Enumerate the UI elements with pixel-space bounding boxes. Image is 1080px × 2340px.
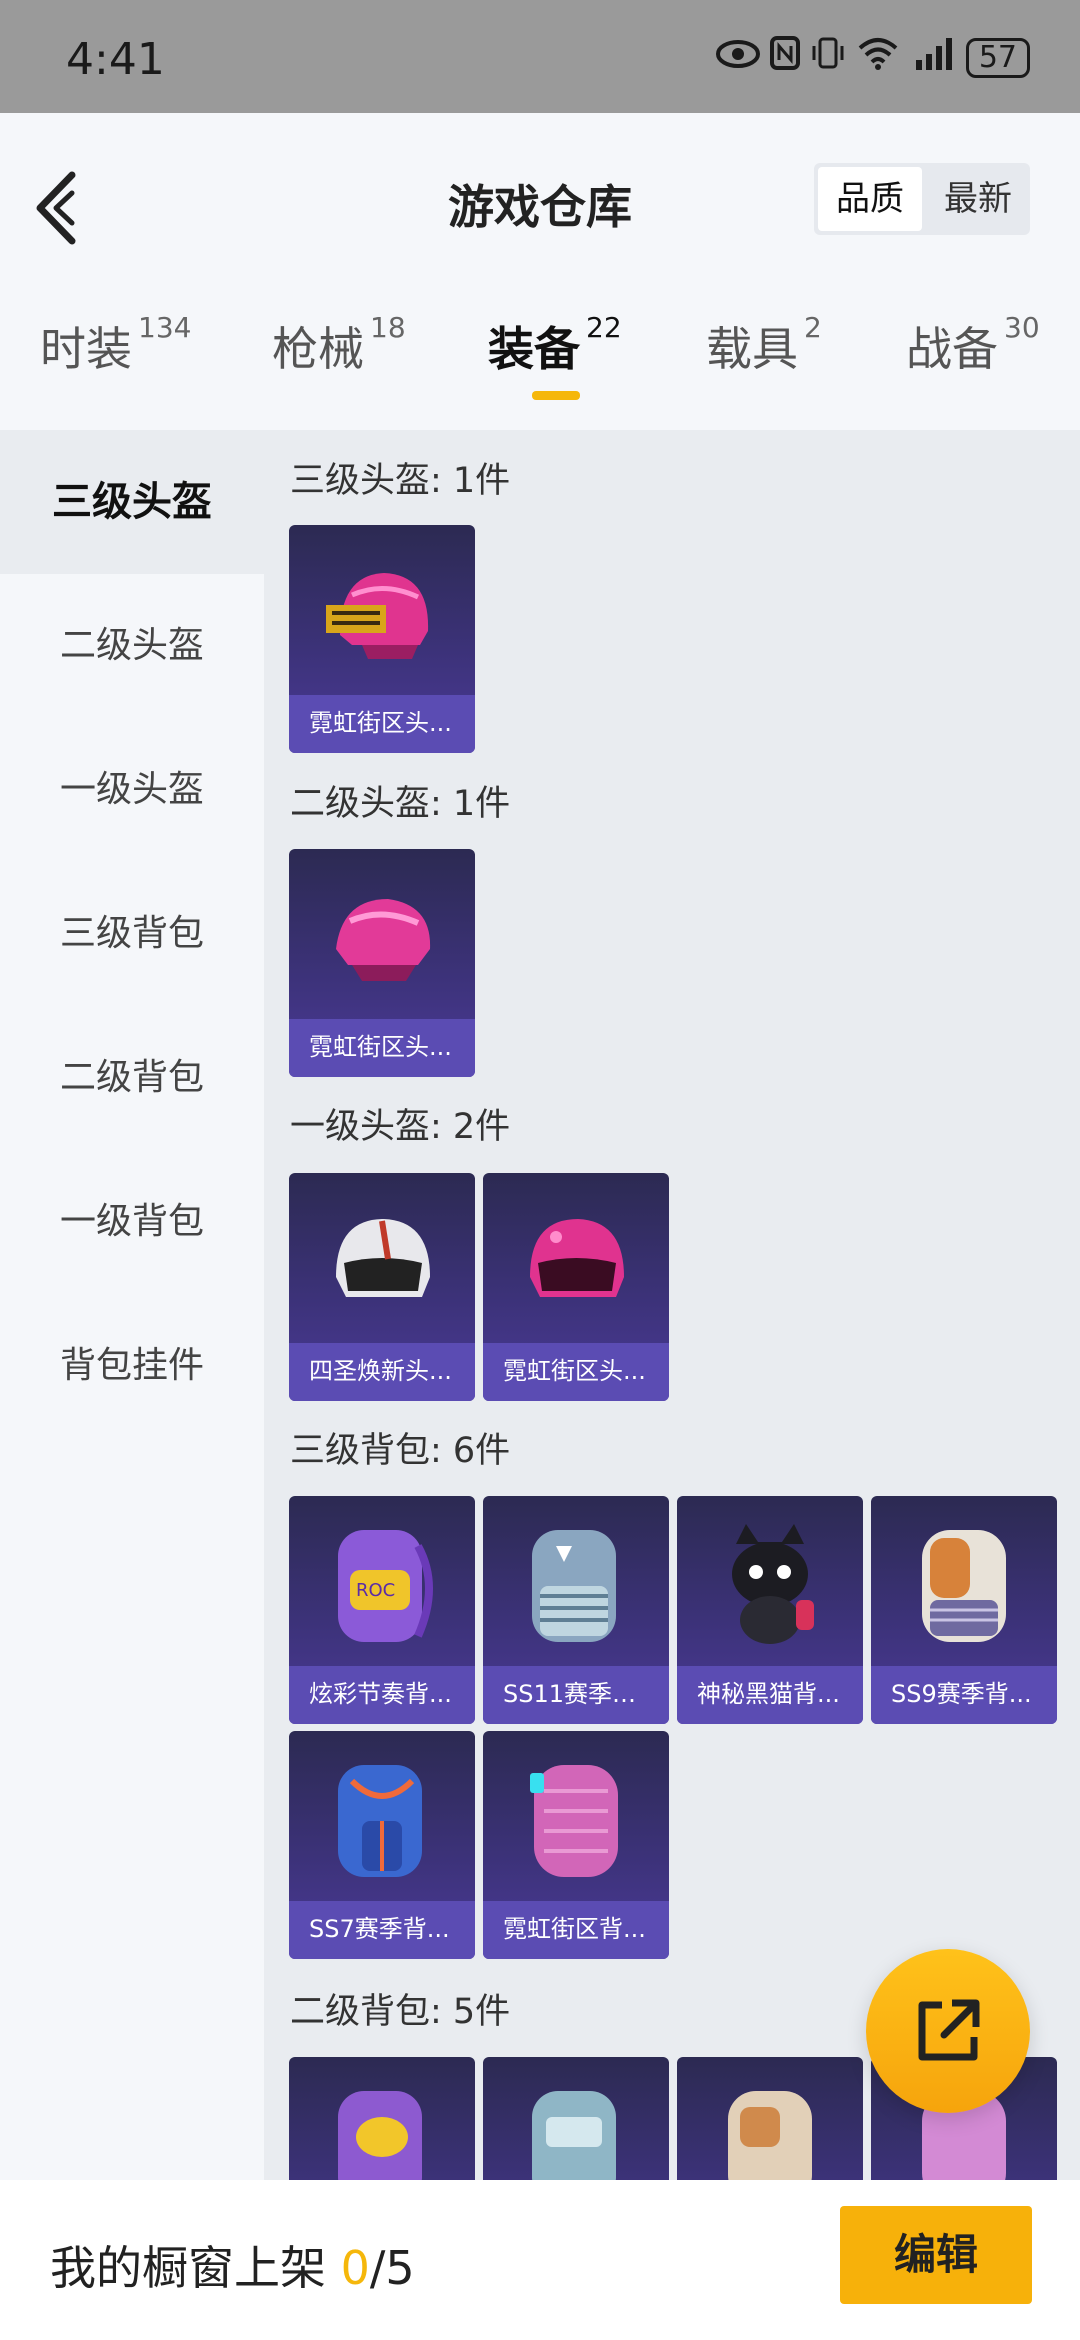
showcase-total: /5 [369, 2241, 415, 2295]
backpack-icon [728, 2091, 812, 2180]
battery-icon: 57 [965, 37, 1030, 78]
showcase-status: 我的橱窗上架 0/5 [50, 2241, 415, 2295]
item-card[interactable]: SS7赛季背... [289, 1731, 475, 1959]
tab-count: 30 [1004, 311, 1040, 344]
backpack-icon [532, 2091, 616, 2180]
tab-count: 18 [370, 311, 406, 344]
backpack-icon [732, 1524, 814, 1644]
helmet-icon [530, 1219, 624, 1297]
section-title: 二级背包: 5件 [290, 1992, 511, 2032]
edit-button[interactable]: 编辑 [840, 2206, 1032, 2304]
tab-fashion[interactable]: 时装 134 [40, 311, 192, 379]
sort-option-newest[interactable]: 最新 [926, 163, 1030, 235]
item-card[interactable]: ROC 炫彩节奏背... [289, 1496, 475, 1724]
backpack-icon: ROC [338, 1530, 433, 1642]
backpack-icon [922, 1530, 1006, 1642]
sidebar-item-level1-helmet[interactable]: 一级头盔 [0, 718, 264, 862]
item-name: 霓虹街区头... [289, 695, 475, 753]
sidebar-item-level3-backpack[interactable]: 三级背包 [0, 862, 264, 1006]
item-card[interactable]: SS9赛季背... [871, 1496, 1057, 1724]
sort-option-quality[interactable]: 品质 [818, 167, 922, 231]
tab-count: 22 [586, 311, 622, 344]
item-name: SS7赛季背... [289, 1901, 475, 1959]
item-name: 炫彩节奏背... [289, 1666, 475, 1724]
item-card[interactable]: 霓虹街区背... [483, 1731, 669, 1959]
section-title: 三级头盔: 1件 [290, 461, 511, 501]
tab-supplies[interactable]: 战备 30 [906, 311, 1040, 379]
status-time: 4:41 [66, 34, 165, 85]
status-bar: 4:41 57 [0, 0, 1080, 113]
sidebar-item-level1-backpack[interactable]: 一级背包 [0, 1150, 264, 1294]
external-link-icon [918, 1999, 980, 2061]
helmet-icon [336, 1219, 430, 1297]
category-sidebar: 三级头盔 二级头盔 一级头盔 三级背包 二级背包 一级背包 背包挂件 [0, 430, 264, 2180]
item-card[interactable]: 神秘黑猫背... [677, 1496, 863, 1724]
item-card[interactable] [677, 2057, 863, 2180]
backpack-icon [532, 1530, 616, 1642]
category-tabs: 时装 134 枪械 18 装备 22 载具 2 战备 30 [0, 311, 1080, 413]
tab-equipment[interactable]: 装备 22 [488, 311, 622, 379]
item-name: SS11赛季背... [483, 1666, 669, 1724]
page-header: 游戏仓库 品质 最新 时装 134 枪械 18 装备 22 载具 2 战备 30 [0, 113, 1080, 430]
section-title: 一级头盔: 2件 [290, 1107, 511, 1147]
item-name: 霓虹街区背... [483, 1901, 669, 1959]
item-card[interactable]: 霓虹街区头... [289, 849, 475, 1077]
item-card[interactable]: 霓虹街区头... [483, 1173, 669, 1401]
item-card[interactable]: 霓虹街区头... [289, 525, 475, 753]
section-title: 三级背包: 6件 [290, 1431, 511, 1471]
sidebar-item-backpack-charm[interactable]: 背包挂件 [0, 1294, 264, 1438]
item-card[interactable] [483, 2057, 669, 2180]
svg-text:ROC: ROC [356, 1580, 395, 1601]
item-card[interactable] [289, 2057, 475, 2180]
nfc-icon [769, 36, 800, 79]
item-grid: 三级头盔: 1件 霓虹街区头... 二级头盔: 1件 霓虹街区头... 一级头盔… [264, 430, 1080, 2180]
active-tab-indicator [532, 391, 580, 400]
sidebar-item-level3-helmet[interactable]: 三级头盔 [0, 430, 264, 574]
showcase-count: 0 [340, 2241, 370, 2295]
status-icons: 57 [715, 36, 1030, 79]
tab-weapons[interactable]: 枪械 18 [272, 311, 406, 379]
tab-vehicles[interactable]: 载具 2 [706, 311, 822, 379]
item-name: 四圣焕新头... [289, 1343, 475, 1401]
sidebar-item-level2-backpack[interactable]: 二级背包 [0, 1006, 264, 1150]
backpack-icon [338, 2091, 422, 2180]
signal-4g-icon [910, 36, 956, 79]
item-card[interactable]: SS11赛季背... [483, 1496, 669, 1724]
vibrate-icon [810, 36, 846, 79]
section-title: 二级头盔: 1件 [290, 784, 511, 824]
tab-count: 134 [138, 311, 192, 344]
item-name: 霓虹街区头... [289, 1019, 475, 1077]
helmet-icon [336, 899, 431, 981]
item-name: 神秘黑猫背... [677, 1666, 863, 1724]
backpack-icon [338, 1765, 422, 1877]
share-button[interactable] [866, 1949, 1030, 2113]
sort-toggle: 品质 最新 [814, 163, 1030, 235]
bottom-bar: 我的橱窗上架 0/5 编辑 [0, 2180, 1080, 2340]
item-card[interactable]: 四圣焕新头... [289, 1173, 475, 1401]
backpack-icon [530, 1765, 618, 1877]
sidebar-item-level2-helmet[interactable]: 二级头盔 [0, 574, 264, 718]
tab-count: 2 [804, 311, 822, 344]
eye-icon [715, 38, 760, 78]
helmet-icon [326, 573, 429, 659]
item-name: 霓虹街区头... [483, 1343, 669, 1401]
wifi-icon [856, 36, 900, 79]
item-name: SS9赛季背... [871, 1666, 1057, 1724]
